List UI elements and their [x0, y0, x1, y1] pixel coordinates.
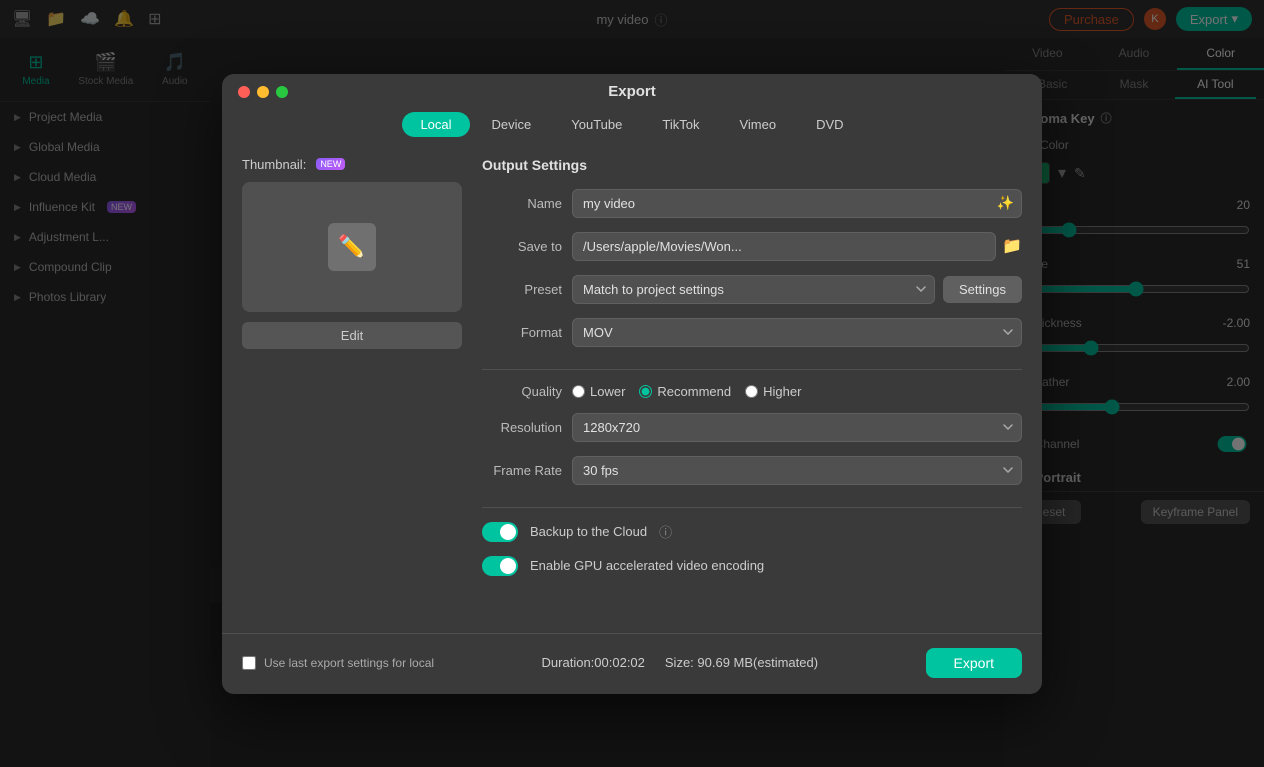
tab-vimeo[interactable]: Vimeo — [721, 112, 794, 137]
edit-thumbnail-button[interactable]: Edit — [242, 322, 462, 349]
thumbnail-label: Thumbnail: NEW — [242, 157, 462, 172]
tab-tiktok[interactable]: TikTok — [644, 112, 717, 137]
duration-info: Duration:00:02:02 — [542, 655, 645, 670]
divider-2 — [482, 507, 1022, 508]
quality-row: Quality Lower Recommend Higher — [482, 384, 1022, 399]
quality-options: Lower Recommend Higher — [572, 384, 801, 399]
output-settings-section: Output Settings Name ✨ Save to 📁 — [482, 157, 1022, 613]
backup-label: Backup to the Cloud — [530, 524, 647, 539]
save-to-row: Save to 📁 — [482, 232, 1022, 261]
resolution-label: Resolution — [482, 420, 562, 435]
thumbnail-badge: NEW — [316, 158, 345, 170]
tab-local[interactable]: Local — [402, 112, 469, 137]
tab-device[interactable]: Device — [474, 112, 550, 137]
quality-lower-radio[interactable] — [572, 385, 585, 398]
thumb-edit-icon: ✏️ — [328, 223, 376, 271]
save-to-wrap: 📁 — [572, 232, 1022, 261]
thumbnail-section: Thumbnail: NEW ✏️ Edit — [242, 157, 462, 613]
size-info: Size: 90.69 MB(estimated) — [665, 655, 818, 670]
last-settings-label: Use last export settings for local — [264, 656, 434, 670]
minimize-button[interactable] — [257, 86, 269, 98]
export-modal-tabs: Local Device YouTube TikTok Vimeo DVD — [222, 98, 1042, 147]
quality-recommend-radio[interactable] — [639, 385, 652, 398]
window-controls — [238, 86, 288, 98]
browse-folder-button[interactable]: 📁 — [1002, 236, 1022, 256]
gpu-knob — [500, 558, 516, 574]
modal-body: Thumbnail: NEW ✏️ Edit Output Settings N… — [222, 147, 1042, 633]
divider-1 — [482, 369, 1022, 370]
last-settings-checkbox[interactable] — [242, 656, 256, 670]
thumbnail-preview: ✏️ — [242, 182, 462, 312]
frame-rate-label: Frame Rate — [482, 463, 562, 478]
modal-titlebar: Export — [222, 74, 1042, 98]
format-select[interactable]: MOV MP4 — [572, 318, 1022, 347]
gpu-label: Enable GPU accelerated video encoding — [530, 558, 764, 573]
maximize-button[interactable] — [276, 86, 288, 98]
footer-info: Duration:00:02:02 Size: 90.69 MB(estimat… — [542, 655, 819, 670]
modal-title: Export — [608, 83, 656, 100]
backup-help-icon[interactable]: ⓘ — [659, 522, 672, 541]
save-to-label: Save to — [482, 239, 562, 254]
quality-higher-radio[interactable] — [745, 385, 758, 398]
tab-dvd[interactable]: DVD — [798, 112, 861, 137]
gpu-row: Enable GPU accelerated video encoding — [482, 556, 1022, 576]
quality-label: Quality — [482, 384, 562, 399]
backup-toggle[interactable] — [482, 522, 518, 542]
format-label: Format — [482, 325, 562, 340]
frame-rate-select[interactable]: 24 fps 25 fps 30 fps 60 fps — [572, 456, 1022, 485]
format-row: Format MOV MP4 — [482, 318, 1022, 347]
gpu-toggle[interactable] — [482, 556, 518, 576]
backup-row: Backup to the Cloud ⓘ — [482, 522, 1022, 542]
name-row: Name ✨ — [482, 189, 1022, 218]
save-to-input[interactable] — [572, 232, 996, 261]
footer-left: Use last export settings for local — [242, 656, 434, 670]
export-modal: Export Local Device YouTube TikTok Vimeo… — [222, 74, 1042, 694]
tab-youtube[interactable]: YouTube — [553, 112, 640, 137]
modal-overlay: Export Local Device YouTube TikTok Vimeo… — [0, 0, 1264, 767]
close-button[interactable] — [238, 86, 250, 98]
ai-generate-icon[interactable]: ✨ — [997, 195, 1014, 212]
name-input-wrap: ✨ — [572, 189, 1022, 218]
modal-footer: Use last export settings for local Durat… — [222, 633, 1042, 694]
backup-knob — [500, 524, 516, 540]
quality-higher[interactable]: Higher — [745, 384, 801, 399]
name-label: Name — [482, 196, 562, 211]
output-settings-title: Output Settings — [482, 157, 1022, 173]
name-input[interactable] — [572, 189, 1022, 218]
preset-select[interactable]: Match to project settings — [572, 275, 935, 304]
resolution-select[interactable]: 1280x720 1920x1080 3840x2160 — [572, 413, 1022, 442]
quality-recommend[interactable]: Recommend — [639, 384, 731, 399]
preset-row: Preset Match to project settings Setting… — [482, 275, 1022, 304]
export-final-button[interactable]: Export — [926, 648, 1022, 678]
resolution-row: Resolution 1280x720 1920x1080 3840x2160 — [482, 413, 1022, 442]
preset-wrap: Match to project settings Settings — [572, 275, 1022, 304]
preset-label: Preset — [482, 282, 562, 297]
settings-button[interactable]: Settings — [943, 276, 1022, 303]
frame-rate-row: Frame Rate 24 fps 25 fps 30 fps 60 fps — [482, 456, 1022, 485]
quality-lower[interactable]: Lower — [572, 384, 625, 399]
